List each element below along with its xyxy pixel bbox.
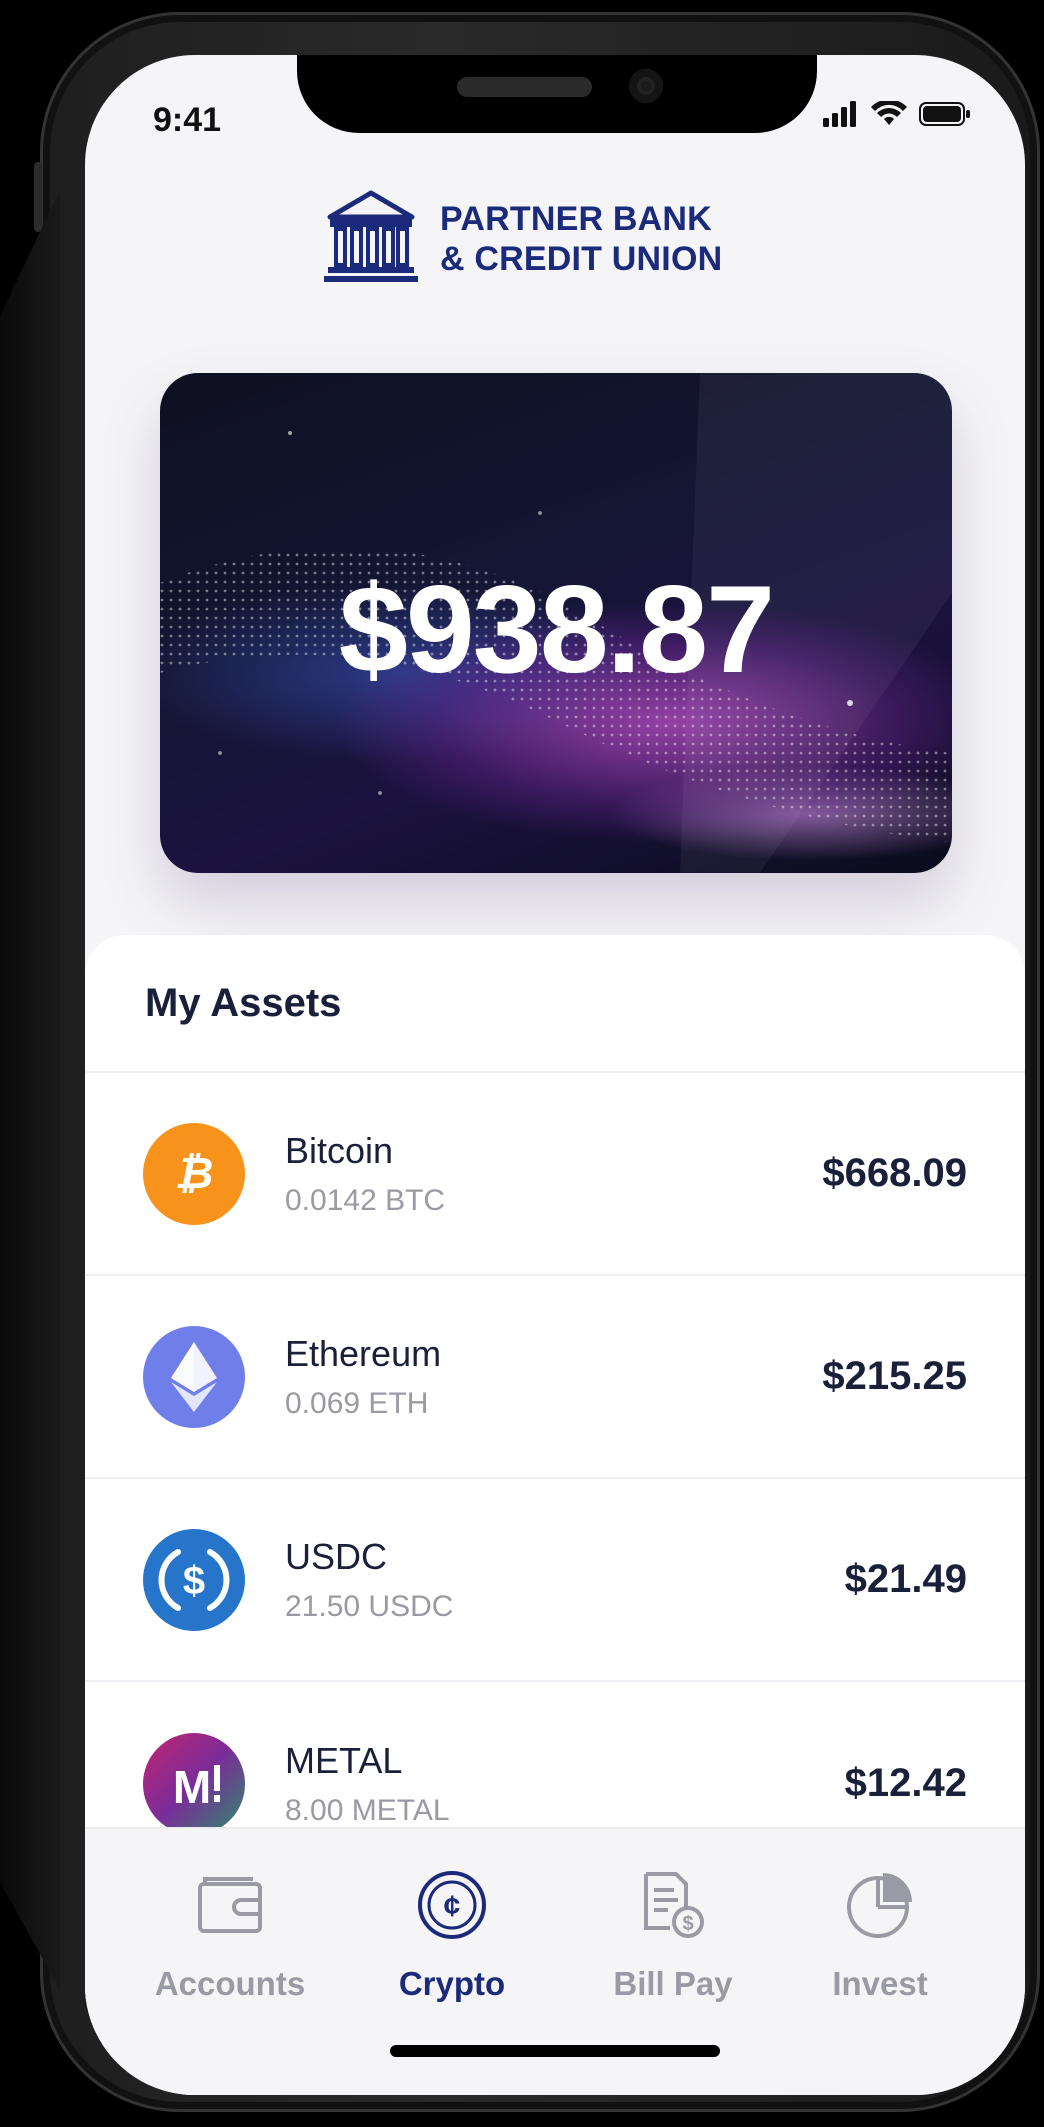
asset-info: METAL 8.00 METAL: [285, 1740, 845, 1828]
svg-text:$: $: [682, 1913, 693, 1935]
asset-amount: 21.50 USDC: [285, 1589, 454, 1623]
mute-switch: [34, 162, 42, 232]
front-camera: [629, 69, 663, 103]
bank-name-line2: & CREDIT UNION: [440, 239, 723, 278]
tab-label: Invest: [832, 1965, 928, 2002]
crypto-coin-icon: ¢: [352, 1869, 552, 1941]
status-icons: [823, 99, 971, 132]
tab-crypto[interactable]: ¢ Crypto: [352, 1869, 552, 2003]
asset-value: $21.49: [844, 1557, 967, 1601]
pie-chart-icon: [780, 1869, 980, 1941]
asset-amount: 0.0142 BTC: [285, 1183, 446, 1217]
tab-label: Accounts: [154, 1965, 306, 2002]
ethereum-icon: [143, 1325, 245, 1428]
bank-building-icon: [322, 187, 420, 290]
asset-info: Ethereum 0.069 ETH: [285, 1333, 822, 1421]
asset-name: USDC: [285, 1535, 388, 1577]
battery-icon: [919, 101, 971, 132]
notch: [297, 55, 817, 133]
asset-name: METAL: [285, 1739, 403, 1781]
asset-name: Bitcoin: [285, 1129, 394, 1171]
tab-accounts[interactable]: Accounts: [130, 1869, 330, 2003]
asset-info: Bitcoin 0.0142 BTC: [285, 1130, 822, 1218]
tab-label: Crypto: [398, 1965, 506, 2002]
phone-side-shadow: [0, 190, 60, 1990]
asset-amount: 8.00 METAL: [285, 1793, 450, 1827]
asset-value: $668.09: [822, 1151, 967, 1195]
assets-title: My Assets: [85, 935, 1025, 1073]
svg-text:$: $: [183, 1559, 205, 1603]
tab-invest[interactable]: Invest: [780, 1869, 980, 2003]
asset-info: USDC 21.50 USDC: [285, 1536, 845, 1624]
asset-row-bitcoin[interactable]: ₿ Bitcoin 0.0142 BTC $668.09: [85, 1073, 1025, 1276]
asset-value: $215.25: [822, 1354, 967, 1398]
bank-name: PARTNER BANK & CREDIT UNION: [440, 199, 722, 279]
wifi-icon: [871, 99, 907, 132]
bill-icon: $: [573, 1869, 773, 1941]
home-indicator[interactable]: [390, 2045, 720, 2057]
tab-label: Bill Pay: [613, 1965, 733, 2002]
bank-name-line1: PARTNER BANK: [440, 199, 712, 238]
signal-bars-icon: [823, 101, 859, 132]
svg-text:M: M: [173, 1761, 211, 1809]
asset-amount: 0.069 ETH: [285, 1386, 429, 1420]
asset-value: $12.42: [844, 1761, 967, 1805]
balance-amount: $938.87: [338, 561, 775, 699]
metal-icon: M: [143, 1732, 245, 1835]
status-time: 9:41: [153, 101, 222, 139]
usdc-icon: $: [143, 1528, 245, 1631]
asset-row-ethereum[interactable]: Ethereum 0.069 ETH $215.25: [85, 1276, 1025, 1479]
wallet-icon: [130, 1869, 330, 1941]
bitcoin-icon: ₿: [143, 1122, 245, 1225]
asset-row-usdc[interactable]: $ USDC 21.50 USDC $21.49: [85, 1479, 1025, 1682]
svg-text:₿: ₿: [175, 1149, 214, 1198]
svg-text:¢: ¢: [444, 1890, 461, 1923]
speaker-grille: [457, 77, 592, 97]
asset-name: Ethereum: [285, 1332, 442, 1374]
phone-screen: 9:41 PARTNER BANK & CREDIT UNION $938.87…: [85, 55, 1025, 2095]
balance-card[interactable]: $938.87: [160, 373, 952, 873]
bank-logo: PARTNER BANK & CREDIT UNION: [322, 187, 722, 290]
tab-bill-pay[interactable]: $ Bill Pay: [573, 1869, 773, 2003]
